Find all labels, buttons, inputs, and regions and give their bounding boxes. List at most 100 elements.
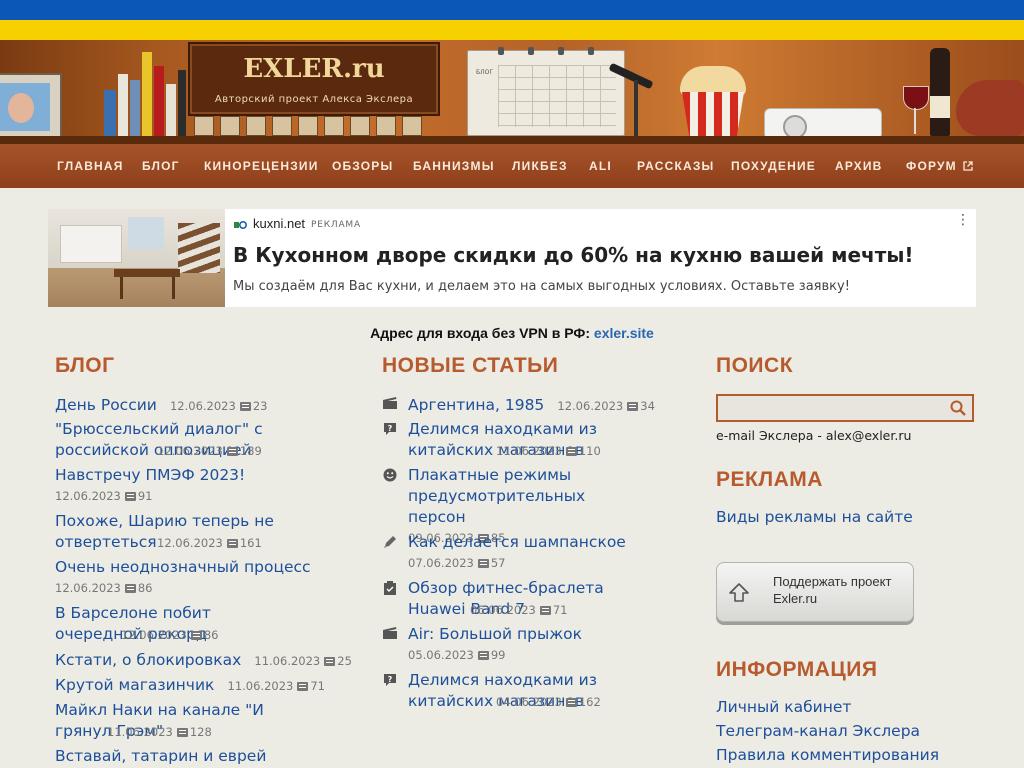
search-icon[interactable] xyxy=(950,400,966,416)
ad-title[interactable]: В Кухонном дворе скидки до 60% на кухню … xyxy=(233,243,914,267)
comment-icon xyxy=(539,606,551,615)
nav-likbez[interactable]: ЛИКБЕЗ xyxy=(512,144,568,188)
comment-icon xyxy=(565,447,577,456)
comment-icon xyxy=(176,728,188,737)
author-email: e-mail Экслера - alex@exler.ru xyxy=(716,428,912,443)
blog-item: Вставай, татарин и еврей xyxy=(55,746,345,767)
ad-description: Мы создаём для Вас кухни, и делаем это н… xyxy=(233,279,850,294)
ad-types-link[interactable]: Виды рекламы на сайте xyxy=(716,508,913,526)
articles-section-title: НОВЫЕ СТАТЬИ xyxy=(382,354,559,377)
ukraine-flag-yellow xyxy=(0,20,1024,40)
article-item: Делимся находками из китайских магазинов… xyxy=(408,670,668,712)
pencil-icon xyxy=(382,535,398,553)
blog-item-title[interactable]: Вставай, татарин и еврей xyxy=(55,747,266,765)
article-item-title[interactable]: Air: Большой прыжок xyxy=(408,624,668,645)
svg-text:?: ? xyxy=(388,424,393,433)
article-item-title[interactable]: Как делается шампанское xyxy=(408,532,668,553)
vpn-link[interactable]: exler.site xyxy=(594,325,654,341)
blog-item: День России 12.06.2023 23 xyxy=(55,395,345,416)
decorative-letter-tiles xyxy=(194,116,434,138)
blog-item: Майкл Наки на канале "И грянул Грэм" 11.… xyxy=(55,700,345,742)
comment-icon xyxy=(239,402,251,411)
blog-item: В Барселоне побит очередной рекорд 12.06… xyxy=(55,603,345,645)
nav-stories[interactable]: РАССКАЗЫ xyxy=(637,144,715,188)
blog-item-meta: 12.06.2023 189 xyxy=(157,444,262,458)
ad-site-name[interactable]: kuxni.net xyxy=(253,216,305,231)
blog-item: Очень неоднозначный процесс 12.06.2023 86 xyxy=(55,557,345,595)
site-header-banner: EXLER.ru Авторский проект Алекса Экслера… xyxy=(0,40,1024,144)
nav-blog[interactable]: БЛОГ xyxy=(142,144,180,188)
article-item-meta: 04.06.2023 162 xyxy=(496,695,601,709)
main-nav: ГЛАВНАЯ БЛОГ КИНОРЕЦЕНЗИИ ОБЗОРЫ БАННИЗМ… xyxy=(0,144,1024,188)
nav-archive[interactable]: АРХИВ xyxy=(835,144,883,188)
blog-item: Кстати, о блокировках 11.06.2023 25 xyxy=(55,650,355,671)
comment-icon xyxy=(190,631,202,640)
nav-forum[interactable]: ФОРУМ xyxy=(906,144,974,188)
personal-cabinet-link[interactable]: Личный кабинет xyxy=(716,698,851,716)
question-icon: ? xyxy=(382,422,398,440)
ukraine-flag-blue xyxy=(0,0,1024,20)
external-link-icon xyxy=(963,161,974,171)
smiley-icon xyxy=(382,468,398,486)
ad-kitchen-image[interactable] xyxy=(48,209,225,307)
article-item-title[interactable]: Плакатные режимы предусмотрительных перс… xyxy=(408,465,638,528)
nav-movie-reviews[interactable]: КИНОРЕЦЕНЗИИ xyxy=(204,144,319,188)
article-item-meta: 11.06.2023 110 xyxy=(496,444,601,458)
blog-item-title[interactable]: Очень неоднозначный процесс xyxy=(55,557,345,578)
popcorn-icon xyxy=(680,66,746,96)
blog-item-title[interactable]: Кстати, о блокировках xyxy=(55,651,241,669)
telegram-channel-link[interactable]: Телеграм-канал Экслера xyxy=(716,722,920,740)
article-item: Делимся находками из китайских магазинов… xyxy=(408,419,668,461)
checklist-icon xyxy=(382,581,398,599)
article-item: Air: Большой прыжок 05.06.2023 99 xyxy=(408,624,668,662)
arrow-up-icon xyxy=(729,583,749,602)
comment-icon xyxy=(297,682,309,691)
blog-item: Крутой магазинчик 11.06.2023 71 xyxy=(55,675,355,696)
comment-icon xyxy=(477,651,489,660)
comment-rules-link[interactable]: Правила комментирования xyxy=(716,746,939,764)
article-item: Как делается шампанское 07.06.2023 57 xyxy=(408,532,668,570)
svg-text:?: ? xyxy=(388,675,393,684)
blog-item-meta: 12.06.2023 86 xyxy=(121,628,219,642)
blog-item-title[interactable]: Крутой магазинчик xyxy=(55,676,214,694)
question-icon: ? xyxy=(382,673,398,691)
film-icon xyxy=(382,397,398,413)
article-item-meta: 07.06.2023 57 xyxy=(408,556,506,570)
comment-icon xyxy=(565,698,577,707)
article-item-meta: 06.06.2023 71 xyxy=(470,603,568,617)
blog-section-title: БЛОГ xyxy=(55,354,115,377)
nav-bannizmy[interactable]: БАННИЗМЫ xyxy=(413,144,495,188)
article-item-title[interactable]: Аргентина, 1985 xyxy=(408,396,544,414)
search-input[interactable] xyxy=(716,394,974,422)
nav-home[interactable]: ГЛАВНАЯ xyxy=(57,144,124,188)
comment-icon xyxy=(226,539,238,548)
logo-text: EXLER.ru xyxy=(243,54,385,84)
film-icon xyxy=(382,627,398,643)
nav-forum-label: ФОРУМ xyxy=(906,159,957,173)
blog-item: "Брюссельский диалог" с российской оппоз… xyxy=(55,419,345,461)
ad-label: РЕКЛАМА xyxy=(311,220,361,230)
blog-item: Похоже, Шарию теперь не отвертеться 12.0… xyxy=(55,511,345,553)
ad-menu-icon[interactable]: ⋮ xyxy=(956,213,970,227)
support-project-button[interactable]: Поддержать проект Exler.ru xyxy=(716,562,914,622)
wine-bottle-icon xyxy=(930,48,950,136)
calendar-decoration: БЛОГ xyxy=(467,47,625,136)
blog-item-meta: 11.06.2023 71 xyxy=(227,679,326,693)
calendar-label: БЛОГ xyxy=(476,69,494,76)
nav-ali[interactable]: ALI xyxy=(589,144,612,188)
comment-icon xyxy=(124,584,136,593)
comment-icon xyxy=(124,492,136,501)
nav-reviews[interactable]: ОБЗОРЫ xyxy=(332,144,393,188)
blog-item-title[interactable]: Навстречу ПМЭФ 2023! xyxy=(55,465,345,486)
blog-item-meta: 12.06.2023 86 xyxy=(55,581,153,595)
site-logo[interactable]: EXLER.ru Авторский проект Алекса Экслера xyxy=(188,42,440,116)
comment-icon xyxy=(226,447,238,456)
article-item-meta: 12.06.2023 34 xyxy=(557,399,655,413)
blog-item-meta: 12.06.2023 91 xyxy=(55,489,153,503)
ad-site-logo-icon xyxy=(234,221,247,229)
blog-item-title[interactable]: День России xyxy=(55,396,157,414)
comment-icon xyxy=(477,559,489,568)
nav-weight-loss[interactable]: ПОХУДЕНИЕ xyxy=(731,144,816,188)
vpn-text: Адрес для входа без VPN в РФ: xyxy=(370,325,594,341)
ad-banner[interactable]: kuxni.net РЕКЛАМА В Кухонном дворе скидк… xyxy=(48,209,976,307)
